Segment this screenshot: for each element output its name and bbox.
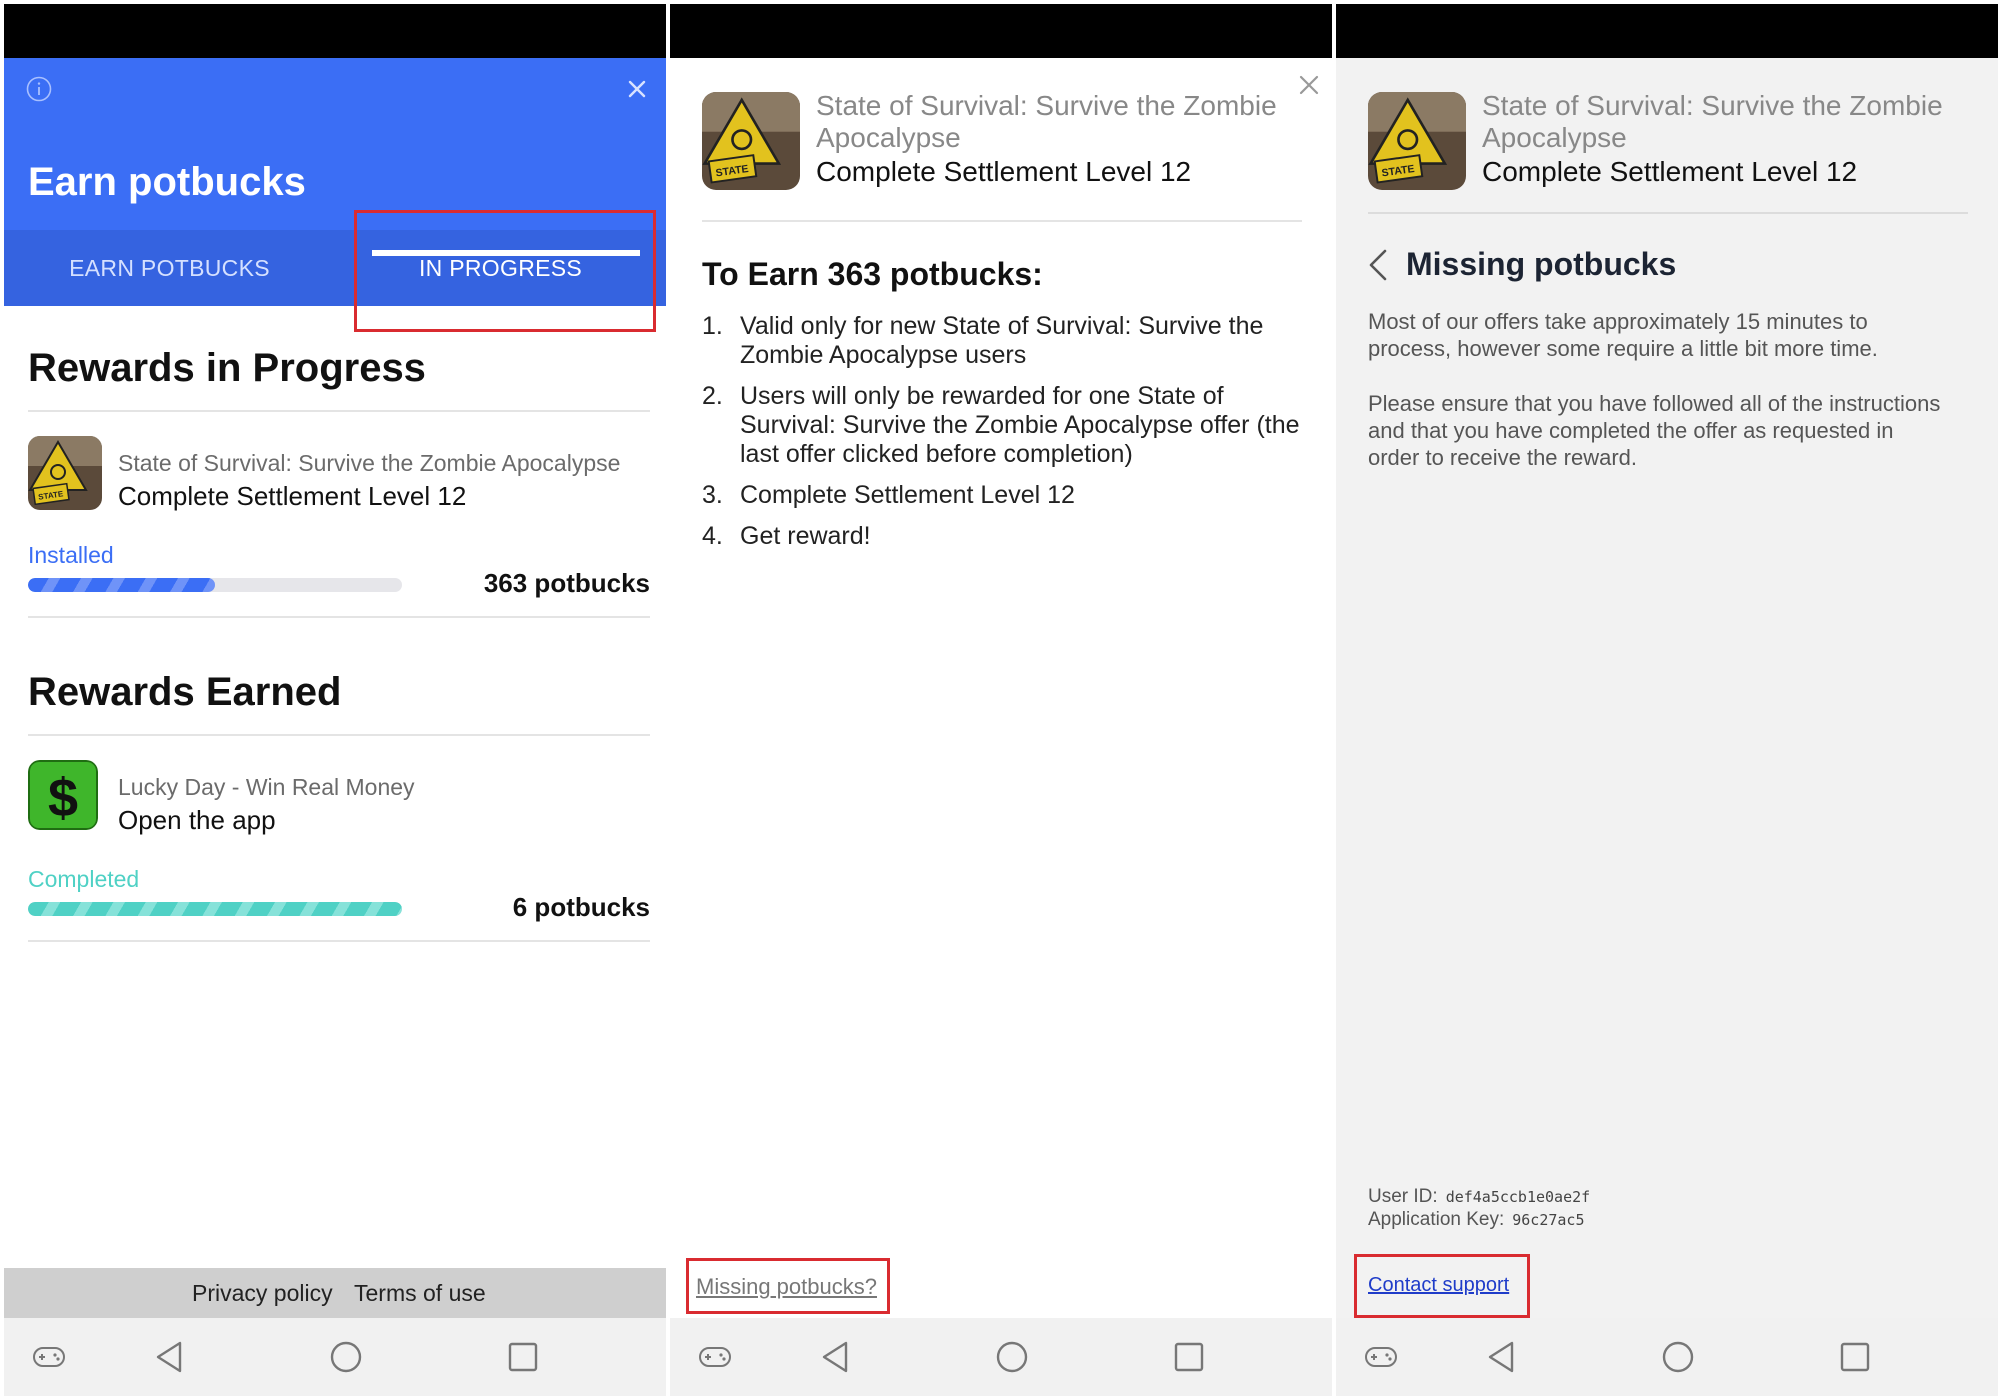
instruction-step: 2. Users will only be rewarded for one St… — [702, 382, 1302, 469]
step-text: Valid only for new State of Survival: Su… — [740, 312, 1264, 369]
divider — [28, 940, 650, 942]
offer-app-name: State of Survival: Survive the Zombie Ap… — [118, 450, 621, 476]
recents-square-icon[interactable] — [1830, 1332, 1880, 1382]
back-chevron-icon[interactable] — [1366, 248, 1390, 282]
progress-fill — [28, 902, 402, 916]
step-number: 4. — [702, 522, 723, 550]
user-id-label: User ID: — [1368, 1186, 1438, 1207]
system-nav-bar — [4, 1318, 666, 1396]
reward-amount: 6 potbucks — [512, 892, 650, 922]
app-key-row: Application Key: 96c27ac5 — [1368, 1209, 1585, 1231]
back-triangle-icon[interactable] — [144, 1332, 194, 1382]
instructions-list: 1. Valid only for new State of Survival: … — [702, 312, 1302, 563]
earn-title: To Earn 363 potbucks: — [702, 256, 1043, 292]
step-text: Get reward! — [740, 522, 871, 550]
highlight-box — [1354, 1254, 1530, 1318]
offer-details-screen: STATE State of Survival: Survive the Zom… — [670, 4, 1332, 1396]
state-of-survival-icon: STATE — [702, 92, 800, 190]
missing-potbucks-title: Missing potbucks — [1406, 246, 1677, 282]
progress-fill — [28, 578, 215, 592]
info-paragraph: Most of our offers take approximately 15… — [1368, 309, 1878, 361]
state-of-survival-icon: STATE — [28, 436, 102, 510]
instruction-step: 3. Complete Settlement Level 12 — [702, 481, 1302, 510]
system-nav-bar — [1336, 1318, 1998, 1396]
divider — [702, 220, 1302, 222]
missing-potbucks-screen: STATE State of Survival: Survive the Zom… — [1336, 4, 1998, 1396]
divider — [1368, 212, 1968, 214]
status-bar — [670, 4, 1332, 58]
system-nav-bar — [670, 1318, 1332, 1396]
instruction-step: 4. Get reward! — [702, 522, 1302, 551]
close-icon[interactable] — [622, 74, 652, 104]
footer: Privacy policy Terms of use — [4, 1268, 666, 1318]
progress-bar — [28, 902, 402, 916]
divider — [28, 616, 650, 618]
svg-text:$: $ — [48, 768, 78, 828]
home-circle-icon[interactable] — [1653, 1332, 1703, 1382]
step-number: 2. — [702, 382, 723, 410]
page-title: Earn potbucks — [28, 160, 306, 204]
reward-amount: 363 potbucks — [483, 568, 650, 598]
status-completed: Completed — [28, 866, 140, 892]
offer-task: Complete Settlement Level 12 — [816, 156, 1192, 187]
status-bar — [4, 4, 666, 58]
earn-potbucks-screen: Earn potbucks EARN POTBUCKS IN PROGRESS … — [4, 4, 666, 1396]
recents-square-icon[interactable] — [1164, 1332, 1214, 1382]
tab-earn-potbucks[interactable]: EARN POTBUCKS — [4, 230, 335, 306]
divider — [28, 410, 650, 412]
back-triangle-icon[interactable] — [1476, 1332, 1526, 1382]
progress-bar — [28, 578, 402, 592]
state-of-survival-icon: STATE — [1368, 92, 1466, 190]
highlight-box — [686, 1258, 890, 1314]
app-key-label: Application Key: — [1368, 1209, 1505, 1230]
back-triangle-icon[interactable] — [810, 1332, 860, 1382]
highlight-box — [354, 210, 656, 332]
rewards-in-progress-title: Rewards in Progress — [28, 346, 426, 390]
user-id-value: def4a5ccb1e0ae2f — [1445, 1188, 1591, 1206]
offer-app-name: Lucky Day - Win Real Money — [118, 774, 415, 800]
home-circle-icon[interactable] — [321, 1332, 371, 1382]
divider — [28, 734, 650, 736]
info-paragraph: Please ensure that you have followed all… — [1368, 391, 1941, 470]
lucky-day-icon: $ — [28, 760, 98, 830]
recents-square-icon[interactable] — [498, 1332, 548, 1382]
status-installed: Installed — [28, 542, 114, 568]
status-bar — [1336, 4, 1998, 58]
instruction-step: 1. Valid only for new State of Survival: … — [702, 312, 1302, 370]
rewards-earned-title: Rewards Earned — [28, 670, 342, 714]
gamepad-icon[interactable] — [690, 1332, 740, 1382]
step-text: Users will only be rewarded for one Stat… — [740, 382, 1300, 468]
privacy-policy-link[interactable]: Privacy policy — [192, 1280, 333, 1307]
gamepad-icon[interactable] — [1356, 1332, 1406, 1382]
offer-task: Open the app — [118, 805, 276, 835]
terms-of-use-link[interactable]: Terms of use — [354, 1280, 486, 1307]
offer-app-name: State of Survival: Survive the Zombie Ap… — [1482, 90, 1943, 153]
step-number: 1. — [702, 312, 723, 340]
step-text: Complete Settlement Level 12 — [740, 481, 1075, 509]
gamepad-icon[interactable] — [24, 1332, 74, 1382]
user-id-row: User ID: def4a5ccb1e0ae2f — [1368, 1186, 1590, 1208]
info-icon[interactable] — [26, 76, 52, 102]
offer-task: Complete Settlement Level 12 — [1482, 156, 1858, 187]
offer-app-name: State of Survival: Survive the Zombie Ap… — [816, 90, 1277, 153]
step-number: 3. — [702, 481, 723, 509]
close-icon[interactable] — [1296, 72, 1322, 98]
offer-task: Complete Settlement Level 12 — [118, 481, 467, 511]
home-circle-icon[interactable] — [987, 1332, 1037, 1382]
app-key-value: 96c27ac5 — [1512, 1211, 1585, 1229]
